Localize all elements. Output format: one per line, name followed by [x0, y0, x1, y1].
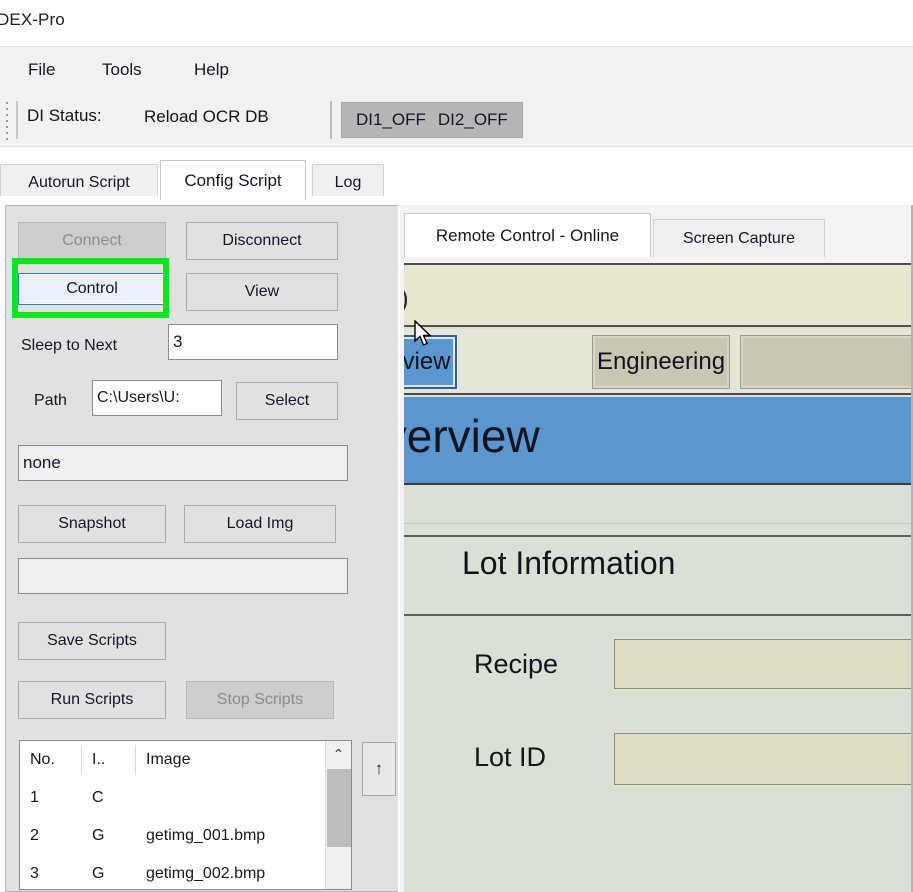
- table-row[interactable]: 1 C: [20, 779, 335, 817]
- chevron-up-icon[interactable]: ⌃: [326, 741, 351, 767]
- cell-no: 2: [30, 827, 39, 844]
- lot-id-label: Lot ID: [474, 742, 547, 772]
- cell-image: getimg_001.bmp: [146, 827, 266, 844]
- cell-type: G: [92, 865, 105, 882]
- progress-text-field[interactable]: [18, 558, 348, 594]
- remote-tab-strip: Remote Control - Online Screen Capture: [400, 213, 913, 271]
- menu-bar: File Tools Help: [0, 46, 913, 95]
- toolbar-separator-2: [330, 101, 332, 139]
- cell-type: G: [92, 827, 105, 844]
- lot-information-title: Lot Information: [462, 545, 676, 581]
- menu-item-tools[interactable]: Tools: [96, 58, 148, 82]
- app-title: DEX-Pro: [0, 10, 65, 29]
- table-row[interactable]: 2 G getimg_001.bmp: [20, 817, 335, 855]
- remote-banner-title: Overview: [404, 410, 540, 462]
- reload-ocr-db-button[interactable]: Reload OCR DB: [140, 106, 273, 128]
- title-bar: DEX-Pro: [0, 0, 913, 46]
- script-list-header: No. I.. Image: [20, 741, 351, 779]
- cell-type: C: [92, 789, 104, 806]
- column-header-image[interactable]: Image: [136, 745, 334, 775]
- status-text-field[interactable]: none: [18, 445, 348, 481]
- tab-screen-capture[interactable]: Screen Capture: [653, 219, 825, 257]
- column-header-type[interactable]: I..: [82, 745, 136, 775]
- status-badge-di1: DI1_OFF: [356, 110, 426, 129]
- tab-log[interactable]: Log: [312, 164, 384, 200]
- column-header-no[interactable]: No.: [20, 745, 82, 775]
- sleep-to-next-label: Sleep to Next: [21, 337, 118, 354]
- remote-nav-bar: Overview Engineering: [404, 329, 913, 395]
- disconnect-button[interactable]: Disconnect: [186, 222, 338, 260]
- view-button[interactable]: View: [186, 273, 338, 311]
- select-path-button[interactable]: Select: [236, 382, 338, 420]
- toolbar-grip-handle[interactable]: [5, 102, 11, 140]
- table-row[interactable]: 3 G getimg_002.bmp: [20, 855, 335, 889]
- save-scripts-button[interactable]: Save Scripts: [18, 622, 166, 660]
- cell-image: getimg_002.bmp: [146, 865, 266, 882]
- sleep-to-next-input[interactable]: 3: [168, 324, 338, 360]
- cell-no: 1: [30, 789, 39, 806]
- main-tab-strip: Autorun Script Config Script Log: [0, 160, 913, 200]
- remote-nav-engineering-button[interactable]: Engineering: [592, 335, 730, 389]
- connect-button[interactable]: Connect: [18, 222, 166, 260]
- recipe-field[interactable]: [614, 639, 913, 689]
- divider: [404, 523, 913, 524]
- recipe-label: Recipe: [474, 649, 559, 679]
- di-status-badges: DI1_OFF DI2_OFF: [341, 102, 523, 138]
- remote-header-strip: ): [404, 265, 913, 327]
- remote-content-body: Lot Information Recipe Lot ID: [404, 487, 913, 892]
- tab-strip-base: [0, 196, 913, 200]
- tab-remote-control-online[interactable]: Remote Control - Online: [404, 213, 651, 257]
- divider: [404, 614, 913, 616]
- menu-item-file[interactable]: File: [22, 58, 61, 82]
- remote-header-partial-text: ): [404, 283, 409, 314]
- cell-no: 3: [30, 865, 39, 882]
- snapshot-button[interactable]: Snapshot: [18, 505, 166, 543]
- stop-scripts-button[interactable]: Stop Scripts: [186, 681, 334, 719]
- toolbar-separator: [16, 101, 18, 139]
- path-input[interactable]: C:\Users\U:: [92, 380, 222, 416]
- script-list-scrollbar[interactable]: ⌃: [325, 741, 351, 889]
- remote-panel: Remote Control - Online Screen Capture )…: [400, 205, 913, 892]
- remote-nav-extra-button[interactable]: [740, 335, 913, 389]
- control-button[interactable]: Control: [18, 273, 166, 305]
- tab-config-script[interactable]: Config Script: [160, 160, 306, 200]
- remote-screen-viewport[interactable]: ) Overview Engineering Overview Lot Info…: [404, 263, 913, 892]
- lot-id-field[interactable]: [614, 733, 913, 785]
- run-scripts-button[interactable]: Run Scripts: [18, 681, 166, 719]
- script-list[interactable]: No. I.. Image 1 C 2 G getimg_001.bmp 3 G…: [19, 740, 352, 890]
- scrollbar-thumb[interactable]: [327, 769, 351, 847]
- remote-page-banner: Overview: [404, 397, 913, 485]
- status-badge-di2: DI2_OFF: [437, 110, 508, 129]
- di-status-label: DI Status:: [27, 106, 102, 125]
- divider: [404, 535, 913, 537]
- mouse-cursor-icon: [414, 320, 432, 346]
- move-up-button[interactable]: ↑: [362, 742, 396, 796]
- tab-autorun-script[interactable]: Autorun Script: [0, 164, 158, 200]
- load-img-button[interactable]: Load Img: [184, 505, 336, 543]
- path-label: Path: [34, 392, 67, 409]
- menu-item-help[interactable]: Help: [188, 58, 235, 82]
